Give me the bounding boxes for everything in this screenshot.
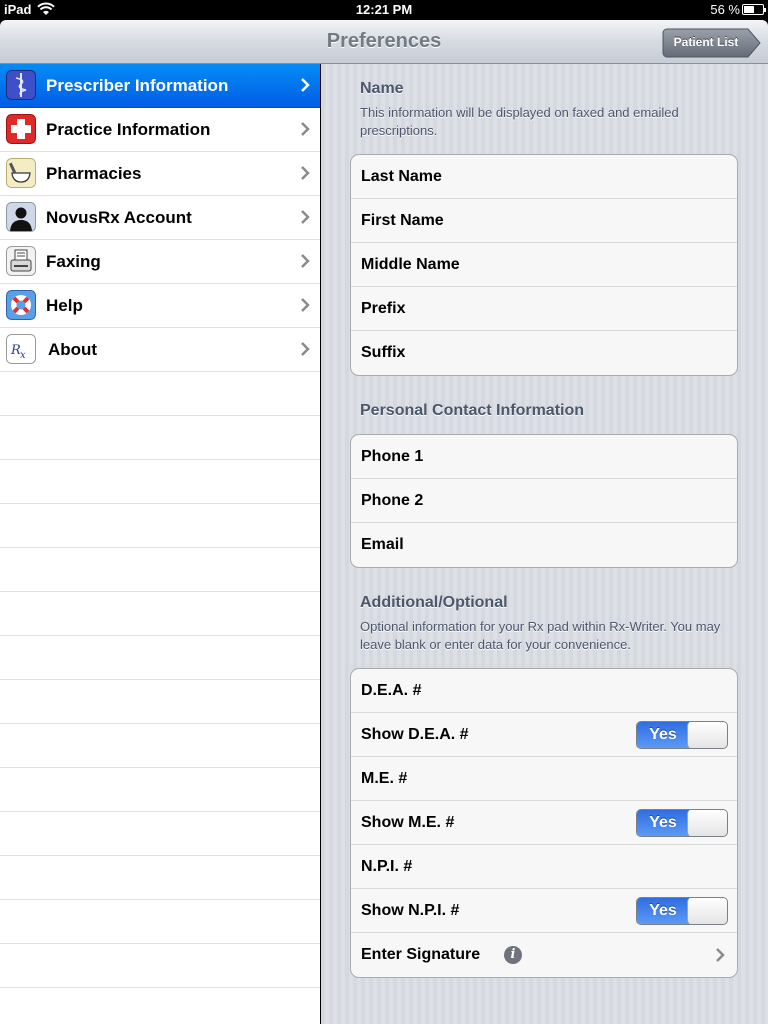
status-bar: iPad 12:21 PM 56 % — [0, 0, 768, 20]
show-npi-row: Show N.P.I. # Yes — [351, 889, 737, 933]
field-label: D.E.A. # — [361, 682, 422, 699]
field-label: Show N.P.I. # — [361, 902, 460, 919]
field-label: Last Name — [361, 168, 442, 185]
contact-fields-group: Phone 1 Phone 2 Email — [350, 434, 738, 568]
sidebar-item-prescriber-information[interactable]: Prescriber Information — [0, 64, 320, 108]
first-name-field[interactable]: First Name — [351, 199, 737, 243]
additional-fields-group: D.E.A. # Show D.E.A. # Yes M.E. # Show M… — [350, 668, 738, 978]
status-time: 12:21 PM — [355, 2, 413, 17]
red-cross-icon — [6, 114, 36, 144]
sidebar-item-novusrx-account[interactable]: NovusRx Account — [0, 196, 320, 240]
sidebar-item-label: Help — [46, 296, 83, 315]
chevron-right-icon — [301, 342, 310, 356]
phone-2-field[interactable]: Phone 2 — [351, 479, 737, 523]
name-fields-group: Last Name First Name Middle Name Prefix … — [350, 154, 738, 376]
navigation-bar: Preferences Patient List — [0, 20, 768, 64]
dea-number-field[interactable]: D.E.A. # — [351, 669, 737, 713]
rx-logo-icon: R x — [6, 334, 36, 364]
last-name-field[interactable]: Last Name — [351, 155, 737, 199]
prefix-field[interactable]: Prefix — [351, 287, 737, 331]
toggle-on-label: Yes — [637, 722, 689, 748]
sidebar-item-pharmacies[interactable]: Pharmacies — [0, 152, 320, 196]
show-npi-toggle[interactable]: Yes — [636, 897, 728, 925]
show-dea-row: Show D.E.A. # Yes — [351, 713, 737, 757]
sidebar-item-faxing[interactable]: Faxing — [0, 240, 320, 284]
middle-name-field[interactable]: Middle Name — [351, 243, 737, 287]
field-label: Suffix — [361, 344, 406, 361]
section-description-name: This information will be displayed on fa… — [360, 105, 679, 138]
phone-1-field[interactable]: Phone 1 — [351, 435, 737, 479]
field-label: Enter Signature — [361, 946, 481, 963]
user-silhouette-icon — [6, 202, 36, 232]
npi-number-field[interactable]: N.P.I. # — [351, 845, 737, 889]
chevron-right-icon — [301, 166, 310, 180]
sidebar-item-label: NovusRx Account — [46, 208, 192, 227]
email-field[interactable]: Email — [351, 523, 737, 567]
toggle-knob — [687, 722, 727, 748]
toggle-knob — [687, 898, 727, 924]
sidebar-item-label: Faxing — [46, 252, 101, 271]
mortar-pestle-icon — [6, 158, 36, 188]
field-label: Email — [361, 536, 404, 553]
show-dea-toggle[interactable]: Yes — [636, 721, 728, 749]
battery-percent: 56 % — [710, 2, 740, 17]
field-label: N.P.I. # — [361, 858, 413, 875]
sidebar-item-label: About — [48, 340, 98, 359]
field-label: Middle Name — [361, 256, 460, 273]
toggle-on-label: Yes — [637, 898, 689, 924]
sidebar-item-practice-information[interactable]: Practice Information — [0, 108, 320, 152]
chevron-right-icon — [301, 210, 310, 224]
section-header-additional: Additional/Optional — [360, 594, 508, 611]
field-label: Show D.E.A. # — [361, 726, 469, 743]
sidebar-item-help[interactable]: Help — [0, 284, 320, 328]
caduceus-icon — [6, 70, 36, 100]
sidebar-item-label: Prescriber Information — [46, 76, 229, 95]
section-header-contact: Personal Contact Information — [360, 402, 585, 419]
battery-icon — [742, 4, 766, 15]
show-me-row: Show M.E. # Yes — [351, 801, 737, 845]
life-ring-icon — [6, 290, 36, 320]
enter-signature-row[interactable]: Enter Signature i — [351, 933, 737, 977]
svg-text:x: x — [20, 350, 26, 361]
prescriber-detail-pane: Name This information will be displayed … — [321, 64, 768, 1024]
patient-list-button[interactable]: Patient List — [662, 28, 762, 58]
field-label: First Name — [361, 212, 444, 229]
chevron-right-icon — [301, 78, 310, 92]
suffix-field[interactable]: Suffix — [351, 331, 737, 375]
info-icon[interactable]: i — [504, 946, 522, 964]
section-description-additional: Optional information for your Rx pad wit… — [360, 619, 721, 652]
page-title: Preferences — [326, 30, 442, 52]
chevron-right-icon — [301, 298, 310, 312]
sidebar-item-label: Pharmacies — [46, 164, 142, 183]
show-me-toggle[interactable]: Yes — [636, 809, 728, 837]
me-number-field[interactable]: M.E. # — [351, 757, 737, 801]
field-label: Show M.E. # — [361, 814, 455, 831]
toggle-knob — [687, 810, 727, 836]
chevron-right-icon — [301, 254, 310, 268]
sidebar-item-about[interactable]: R x About — [0, 328, 320, 372]
patient-list-label: Patient List — [673, 35, 739, 49]
chevron-right-icon — [301, 122, 310, 136]
toggle-on-label: Yes — [637, 810, 689, 836]
field-label: Phone 2 — [361, 492, 424, 509]
section-header-name: Name — [360, 80, 404, 97]
fax-machine-icon — [6, 246, 36, 276]
field-label: Prefix — [361, 300, 406, 317]
field-label: Phone 1 — [361, 448, 424, 465]
sidebar-item-label: Practice Information — [46, 120, 211, 139]
preferences-sidebar: Prescriber Information Practice Informat… — [0, 64, 320, 1024]
field-label: M.E. # — [361, 770, 408, 787]
chevron-right-icon — [716, 948, 725, 962]
